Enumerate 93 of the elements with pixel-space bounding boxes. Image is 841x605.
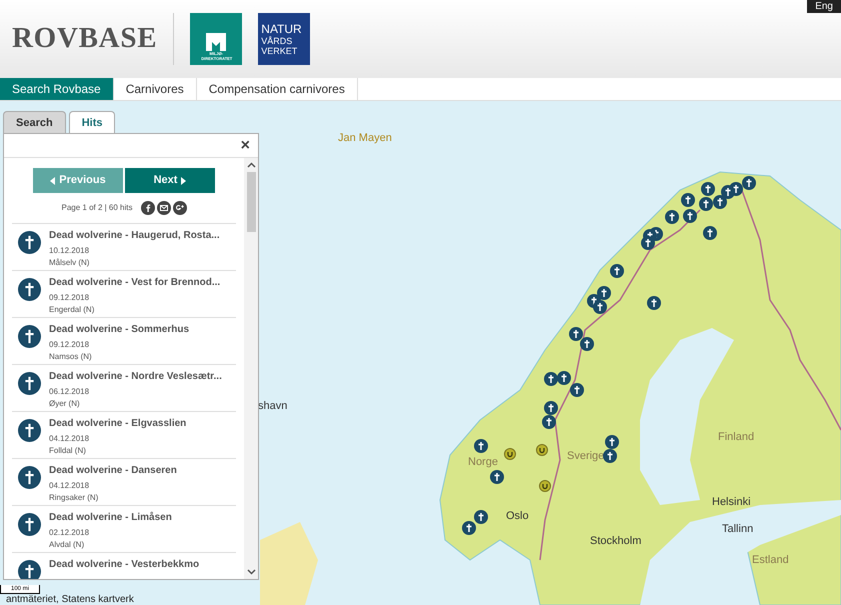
google-plus-icon[interactable] xyxy=(172,201,186,215)
cross-marker-icon[interactable] xyxy=(647,296,661,310)
map-label: Estland xyxy=(752,553,789,568)
mail-icon[interactable] xyxy=(156,201,170,215)
hit-title: Dead wolverine - Haugerud, Rosta... xyxy=(49,229,220,243)
map-label: Norge xyxy=(468,455,498,470)
hit-place: Øyer (N) xyxy=(49,398,81,410)
hit-date: 10.12.2018 xyxy=(49,245,90,257)
cross-marker-icon xyxy=(18,419,41,442)
hit-title: Dead wolverine - Vesterbekkmo xyxy=(49,558,200,572)
cross-marker-icon[interactable] xyxy=(544,401,558,415)
nav-tab[interactable]: Search Rovbase xyxy=(0,78,114,100)
cross-marker-icon[interactable] xyxy=(699,197,713,211)
map-label: Jan Mayen xyxy=(338,131,392,146)
chevron-up-icon[interactable] xyxy=(246,162,256,168)
cross-marker-icon[interactable] xyxy=(641,236,655,250)
hit-place: Målselv (N) xyxy=(49,257,90,269)
cross-marker-icon[interactable] xyxy=(597,286,611,300)
hit-title: Dead wolverine - Elgvasslien xyxy=(49,417,186,431)
hit-title: Dead wolverine - Nordre Veslesætr... xyxy=(49,370,222,384)
hit-item[interactable]: Dead wolverine - Vest for Brennod... 09.12.2018 Engerdal (N) xyxy=(12,270,236,317)
cross-marker-icon[interactable] xyxy=(490,470,504,484)
language-button[interactable]: Eng xyxy=(807,0,841,13)
hit-item[interactable]: Dead wolverine - Nordre Veslesætr... 06.12.2018 Øyer (N) xyxy=(12,364,236,411)
map-label: shavn xyxy=(258,399,288,414)
cross-marker-icon[interactable] xyxy=(703,226,717,240)
hit-item[interactable]: Dead wolverine - Danseren 04.12.2018 Ringsaker (N) xyxy=(12,458,236,505)
rovbase-logo: ROVBASE xyxy=(12,21,158,56)
map-label: Oslo xyxy=(506,509,529,524)
hit-place: Alvdal (N) xyxy=(49,539,86,551)
cross-marker-icon[interactable] xyxy=(742,176,756,190)
cross-marker-icon xyxy=(18,466,41,489)
cross-marker-icon xyxy=(18,372,41,395)
hit-date: 09.12.2018 xyxy=(49,339,90,351)
hit-item[interactable]: Dead wolverine - Sommerhus 09.12.2018 Namsos (N) xyxy=(12,317,236,364)
cross-marker-icon[interactable] xyxy=(665,210,679,224)
cross-marker-icon[interactable] xyxy=(570,383,584,397)
scrollbar[interactable] xyxy=(244,158,258,579)
paging-text: Page 1 of 2 | 60 hits xyxy=(61,202,132,214)
cross-marker-icon xyxy=(18,325,41,348)
scrollbar-thumb[interactable] xyxy=(246,172,256,232)
map-label: Tallinn xyxy=(722,522,754,537)
cross-marker-icon[interactable] xyxy=(474,439,488,453)
cross-marker-icon[interactable] xyxy=(701,182,715,196)
cross-marker-icon[interactable] xyxy=(681,193,695,207)
map-label: Finland xyxy=(718,430,754,445)
cross-marker-icon[interactable] xyxy=(580,337,594,351)
hit-title: Dead wolverine - Vest for Brennod... xyxy=(49,276,220,290)
cross-marker-icon[interactable] xyxy=(721,185,735,199)
hit-date: 02.12.2018 xyxy=(49,527,90,539)
hit-place: Namsos (N) xyxy=(49,351,93,363)
m-shape-icon xyxy=(206,33,226,51)
hit-title: Dead wolverine - Limåsen xyxy=(49,510,172,525)
cross-marker-icon[interactable] xyxy=(603,449,617,463)
hit-date: 09.12.2018 xyxy=(49,292,90,304)
close-button[interactable]: × xyxy=(240,138,250,154)
map-label: Sverige xyxy=(567,449,604,464)
hit-place: Folldal (N) xyxy=(49,445,87,457)
cross-marker-icon[interactable] xyxy=(542,415,556,429)
chevron-down-icon[interactable] xyxy=(246,569,256,575)
cross-marker-icon[interactable] xyxy=(713,195,727,209)
hit-place: Engerdal (N) xyxy=(49,304,96,316)
map-attribution: antmäteriet, Statens kartverk xyxy=(5,594,134,605)
hit-date: 06.12.2018 xyxy=(49,386,90,398)
hit-item[interactable]: Dead wolverine - Elgvasslien 04.12.2018 Folldal (N) xyxy=(12,411,236,458)
cross-marker-icon[interactable] xyxy=(462,521,476,535)
panel-tab[interactable]: Hits xyxy=(68,111,116,134)
hit-item[interactable]: Dead wolverine - Haugerud, Rosta... 10.12.2018 Målselv (N) xyxy=(12,223,236,270)
agency-logo: NATUR VÅRDS VERKET xyxy=(258,13,310,65)
cross-marker-icon[interactable] xyxy=(569,327,583,341)
hit-item[interactable]: Dead wolverine - Limåsen 02.12.2018 Alvdal (N) xyxy=(12,505,236,552)
hit-date: 04.12.2018 xyxy=(49,480,90,492)
cross-marker-icon[interactable] xyxy=(610,264,624,278)
caret-left-icon xyxy=(50,176,56,184)
cross-marker-icon xyxy=(18,278,41,301)
hit-date: 04.12.2018 xyxy=(49,433,90,445)
cross-marker-icon xyxy=(18,231,41,254)
cross-marker-icon[interactable] xyxy=(683,209,697,223)
caret-right-icon xyxy=(181,176,186,184)
hit-title: Dead wolverine - Sommerhus xyxy=(49,323,190,337)
map-label: Stockholm xyxy=(590,534,642,549)
cross-marker-icon xyxy=(18,513,41,536)
facebook-icon[interactable] xyxy=(140,201,154,215)
next-button[interactable]: Next xyxy=(125,168,215,193)
cross-marker-icon[interactable] xyxy=(593,300,607,314)
hit-place: Ringsaker (N) xyxy=(49,492,100,504)
cross-marker-icon[interactable] xyxy=(557,371,571,385)
panel-tab[interactable]: Search xyxy=(3,111,66,134)
cross-marker-icon[interactable] xyxy=(605,435,619,449)
cross-marker-icon[interactable] xyxy=(474,510,488,524)
cross-marker-icon[interactable] xyxy=(544,372,558,386)
hit-title: Dead wolverine - Danseren xyxy=(49,464,177,478)
map-label: Helsinki xyxy=(712,495,751,510)
